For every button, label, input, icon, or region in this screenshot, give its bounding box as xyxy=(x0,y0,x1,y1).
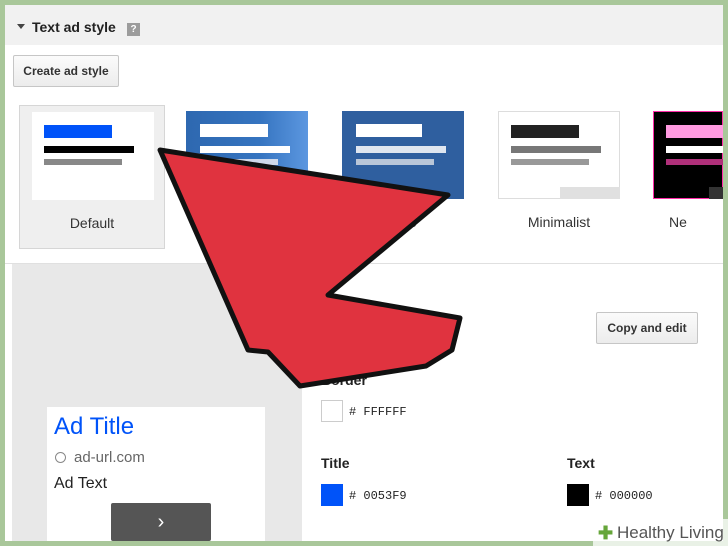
next-arrow-button[interactable]: › xyxy=(111,503,211,541)
help-icon[interactable]: ? xyxy=(127,23,140,36)
border-color-hex[interactable]: # FFFFFF xyxy=(349,405,407,419)
text-color-title: Text xyxy=(567,455,595,471)
style-thumbnail-neon xyxy=(653,111,723,199)
selected-style-label: Default xyxy=(321,320,363,335)
ad-style-page: Text ad style ? Create ad style Default xyxy=(5,5,723,541)
border-title: Border xyxy=(321,372,367,388)
style-label-default: Default xyxy=(69,215,115,231)
cross-icon: ✚ xyxy=(598,523,614,543)
section-title: Text ad style xyxy=(32,19,116,35)
style-card-neon[interactable]: Ne xyxy=(641,105,723,249)
style-label-reverse: erse xyxy=(389,214,417,230)
text-color-swatch[interactable] xyxy=(567,484,589,506)
copy-and-edit-button[interactable]: Copy and edit xyxy=(596,312,698,344)
style-card-minimalist[interactable]: Minimalist xyxy=(486,105,632,249)
watermark-text: Healthy Living xyxy=(617,523,724,542)
collapse-triangle-icon[interactable] xyxy=(17,24,25,29)
title-color-hex[interactable]: # 0053F9 xyxy=(349,489,407,503)
style-gallery: Default erse Minimalist Ne xyxy=(5,97,723,263)
style-card-reverse[interactable]: erse xyxy=(330,105,476,249)
create-ad-style-button[interactable]: Create ad style xyxy=(13,55,119,87)
healthy-living-watermark: ✚ Healthy Living xyxy=(593,519,728,546)
border-color-swatch[interactable] xyxy=(321,400,343,422)
style-label-neon: Ne xyxy=(669,214,687,230)
text-color-hex[interactable]: # 000000 xyxy=(595,489,653,503)
style-label-minimalist: Minimalist xyxy=(527,214,591,230)
ad-preview: Ad Title ad-url.com Ad Text › xyxy=(47,407,265,541)
style-thumbnail-default xyxy=(32,112,154,200)
style-card-blue[interactable] xyxy=(174,105,320,249)
globe-icon xyxy=(55,452,66,463)
section-header[interactable]: Text ad style ? xyxy=(5,5,723,45)
style-thumbnail-reverse xyxy=(342,111,464,199)
ad-title[interactable]: Ad Title xyxy=(54,413,134,441)
ad-text: Ad Text xyxy=(54,475,108,492)
style-thumbnail-minimalist xyxy=(498,111,620,199)
style-card-default[interactable]: Default xyxy=(19,105,165,249)
ad-url[interactable]: ad-url.com xyxy=(74,449,145,466)
title-color-swatch[interactable] xyxy=(321,484,343,506)
style-thumbnail-blue xyxy=(186,111,308,199)
title-color-title: Title xyxy=(321,455,350,471)
